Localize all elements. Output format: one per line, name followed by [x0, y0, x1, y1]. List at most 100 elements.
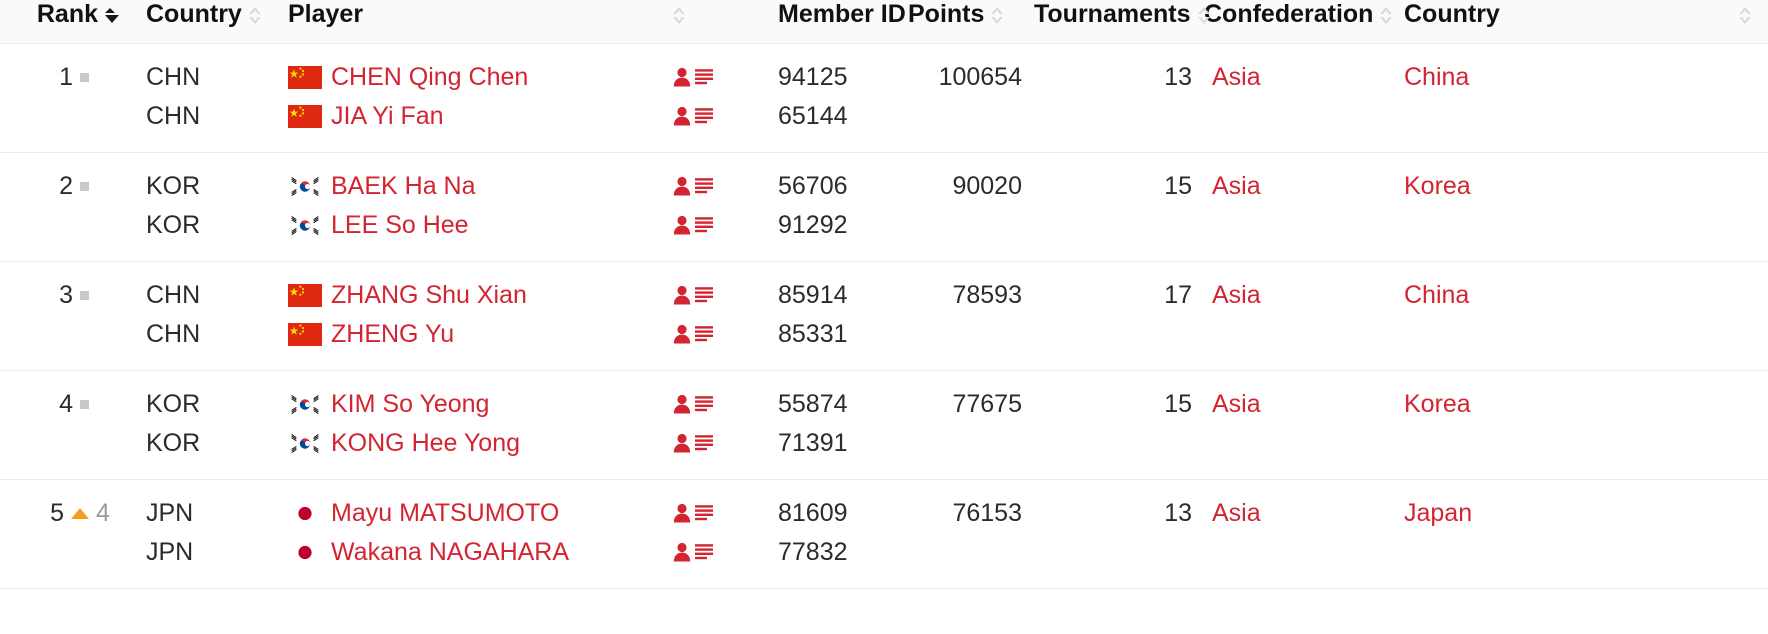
country-link[interactable]: Korea [1404, 167, 1471, 206]
country-code-value: KOR [146, 211, 201, 239]
points-value: 78593 [952, 281, 1022, 309]
player-profile-icon[interactable] [672, 105, 720, 129]
table-row[interactable]: 5 4 JPN JPN Mayu MATSUMOTO Wakana NAGAHARA 816… [0, 479, 1768, 589]
cell-points: 100654 [908, 43, 1034, 153]
cell-country-code: KOR KOR [118, 152, 260, 262]
country-code-value: CHN [146, 281, 201, 309]
player-profile-icon[interactable] [672, 432, 720, 456]
cell-rank: 2 [0, 152, 118, 262]
confederation-link[interactable]: Asia [1212, 276, 1261, 315]
tournaments-value: 15 [1164, 390, 1192, 418]
points-value: 77675 [952, 390, 1022, 418]
cell-rank: 4 [0, 370, 118, 480]
cell-tournaments: 15 [1034, 370, 1204, 480]
cell-member-id: 55874 71391 [778, 370, 908, 480]
points-value: 100654 [938, 63, 1022, 91]
player-name-link[interactable]: KONG Hee Yong [331, 424, 520, 463]
table-row[interactable]: 2 KOR KOR BAEK Ha Na LEE So Hee 56706 91292 900… [0, 152, 1768, 262]
rank-up-arrow-icon [71, 508, 89, 519]
member-id-value: 85331 [778, 320, 848, 348]
confederation-link[interactable]: Asia [1212, 58, 1261, 97]
player-profile-icon[interactable] [672, 393, 720, 417]
confederation-link[interactable]: Asia [1212, 494, 1261, 533]
player-profile-icon[interactable] [672, 502, 720, 526]
cell-country-code: JPN JPN [118, 479, 260, 589]
player-profile-icon[interactable] [672, 66, 720, 90]
player-name-link[interactable]: Wakana NAGAHARA [331, 533, 569, 572]
confederation-link[interactable]: Asia [1212, 385, 1261, 424]
column-header-confederation-label: Confederation [1204, 0, 1374, 28]
column-header-player[interactable]: Player [260, 0, 672, 44]
cell-confederation: Asia [1204, 152, 1404, 262]
column-header-country-code[interactable]: Country [118, 0, 262, 44]
confederation-link[interactable]: Asia [1212, 167, 1261, 206]
player-profile-icon[interactable] [672, 541, 720, 565]
player-name-link[interactable]: BAEK Ha Na [331, 167, 476, 206]
player-profile-icon[interactable] [672, 175, 720, 199]
sort-chevron-icon[interactable] [1197, 6, 1211, 26]
cell-tournaments: 13 [1034, 479, 1204, 589]
player-name-link[interactable]: LEE So Hee [331, 206, 469, 245]
cell-member-id: 94125 65144 [778, 43, 908, 153]
table-body: 1 CHN CHN CHEN Qing Chen JIA Yi Fan 94125 6514… [0, 43, 1768, 589]
table-row[interactable]: 1 CHN CHN CHEN Qing Chen JIA Yi Fan 94125 6514… [0, 43, 1768, 153]
column-header-points[interactable]: Points [908, 0, 1034, 44]
member-id-value: 77832 [778, 538, 848, 566]
column-header-rank-label: Rank [36, 0, 98, 28]
column-header-profile[interactable] [672, 0, 778, 44]
player-name-link[interactable]: ZHANG Shu Xian [331, 276, 527, 315]
player-name-link[interactable]: CHEN Qing Chen [331, 58, 528, 97]
player-profile-icon[interactable] [672, 214, 720, 238]
table-row[interactable]: 4 KOR KOR KIM So Yeong KONG Hee Yong 55874 713… [0, 370, 1768, 480]
cell-country-code: KOR KOR [118, 370, 260, 480]
japan-flag [288, 502, 322, 525]
cell-player: Mayu MATSUMOTO Wakana NAGAHARA [260, 479, 672, 589]
country-link[interactable]: Japan [1404, 494, 1472, 533]
player-name-link[interactable]: ZHENG Yu [331, 315, 454, 354]
column-header-tournaments[interactable]: Tournaments [1034, 0, 1210, 44]
sort-active-desc-icon[interactable] [104, 6, 119, 26]
country-code-value: KOR [146, 429, 201, 457]
sort-chevron-icon[interactable] [1379, 6, 1393, 26]
cell-confederation: Asia [1204, 261, 1404, 371]
player-profile-icon[interactable] [672, 284, 720, 308]
column-header-player-label: Player [288, 0, 364, 28]
cell-points: 77675 [908, 370, 1034, 480]
rank-no-change-icon [80, 73, 89, 82]
cell-country-code: CHN CHN [118, 261, 260, 371]
country-link[interactable]: China [1404, 58, 1469, 97]
column-header-country[interactable]: Country [1404, 0, 1768, 44]
cell-country-code: CHN CHN [118, 43, 260, 153]
cell-rank: 3 [0, 261, 118, 371]
rank-value: 4 [59, 390, 73, 418]
sort-chevron-icon[interactable] [248, 6, 262, 26]
column-header-tournaments-label: Tournaments [1034, 0, 1191, 28]
country-link[interactable]: Korea [1404, 385, 1471, 424]
cell-country: China [1404, 43, 1768, 153]
cell-profile-links [672, 152, 778, 262]
cell-country: Japan [1404, 479, 1768, 589]
player-profile-icon[interactable] [672, 323, 720, 347]
korea-flag [288, 175, 322, 198]
cell-tournaments: 13 [1034, 43, 1204, 153]
cell-player: BAEK Ha Na LEE So Hee [260, 152, 672, 262]
member-id-value: 94125 [778, 63, 848, 91]
player-name-link[interactable]: KIM So Yeong [331, 385, 489, 424]
sort-chevron-icon[interactable] [990, 6, 1004, 26]
cell-profile-links [672, 43, 778, 153]
country-code-value: CHN [146, 102, 201, 130]
column-header-rank[interactable]: Rank [0, 0, 119, 44]
table-row[interactable]: 3 CHN CHN ZHANG Shu Xian ZHENG Yu 85914 85331 7… [0, 261, 1768, 371]
country-code-value: JPN [146, 538, 194, 566]
tournaments-value: 17 [1164, 281, 1192, 309]
player-name-link[interactable]: Mayu MATSUMOTO [331, 494, 559, 533]
player-name-link[interactable]: JIA Yi Fan [331, 97, 444, 136]
column-header-confederation[interactable]: Confederation [1204, 0, 1404, 44]
cell-rank: 1 [0, 43, 118, 153]
sort-chevron-icon[interactable] [1738, 6, 1752, 26]
sort-chevron-icon[interactable] [672, 6, 686, 26]
cell-confederation: Asia [1204, 43, 1404, 153]
column-header-member-id[interactable]: Member ID [778, 0, 908, 44]
country-link[interactable]: China [1404, 276, 1469, 315]
tournaments-value: 13 [1164, 63, 1192, 91]
